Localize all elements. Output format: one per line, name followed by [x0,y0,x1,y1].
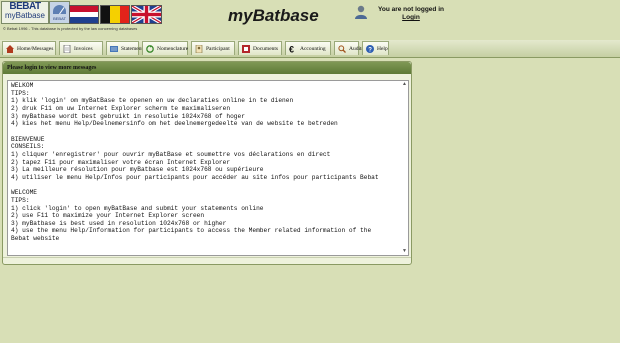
login-status: You are not logged in Login [371,6,451,22]
gauge-logo-caption: BEBAT [53,16,66,21]
copyright-notice: © Bebat 1996 - This database is protecte… [3,26,138,31]
tab-label: Home/Messages [17,46,54,52]
documents-icon [242,45,250,53]
bebat-logo[interactable]: BEBAT myBatbase [1,1,49,24]
euro-icon: € [289,45,294,53]
help-icon: ? [366,45,374,53]
header: BEBAT myBatbase BEBAT © Bebat 1996 - Thi… [0,0,620,40]
main-navigation: Home/Messages Invoices Statements Nomenc… [0,40,620,58]
tab-help[interactable]: ? Help [362,41,389,55]
belgian-flag-icon[interactable] [100,5,130,24]
bebat-logo-text: BEBAT [9,1,41,12]
statements-icon [110,46,118,52]
tab-accounting[interactable]: € Accounting [285,41,331,55]
tab-documents[interactable]: Documents [238,41,282,55]
flag-be-red [119,6,129,23]
login-status-text: You are not logged in [378,6,444,13]
scroll-up-arrow-icon[interactable]: ▲ [401,81,408,88]
tab-invoices[interactable]: Invoices [59,41,103,55]
messages-text: WELKOM TIPS: 1) klik 'login' om myBatBas… [11,82,379,243]
gauge-logo-icon: BEBAT [49,1,70,24]
tab-statements[interactable]: Statements [106,41,145,55]
audit-icon [338,45,346,53]
user-icon [355,5,367,19]
tab-label: Nomenclature [157,46,189,52]
nomenclature-icon [146,45,154,53]
dutch-flag-icon[interactable] [69,5,99,24]
messages-textarea[interactable]: WELKOM TIPS: 1) klik 'login' om myBatBas… [7,80,409,256]
messages-heading: Please login to view more messages [3,62,411,74]
svg-text:€: € [289,45,294,53]
flag-be-yellow [110,6,120,23]
tab-home-messages[interactable]: Home/Messages [2,41,56,55]
document-icon [63,45,71,53]
tab-label: Documents [253,46,279,52]
participant-icon [195,45,203,53]
tab-participant[interactable]: Participant [191,41,235,55]
svg-text:?: ? [368,48,372,54]
tab-label: Help [377,46,388,52]
scroll-down-arrow-icon[interactable]: ▼ [401,248,408,255]
tab-label: Participant [206,46,230,52]
flag-be-black [101,6,111,23]
panel-footer [3,257,411,264]
mybatbase-logo-text: myBatbase [4,11,46,20]
app-title: myBatbase [228,6,319,25]
login-link[interactable]: Login [371,14,451,22]
uk-flag-icon[interactable] [131,5,162,24]
tab-audits[interactable]: Audits [334,41,364,55]
tab-label: Invoices [74,46,93,52]
tab-label: Accounting [300,46,326,52]
flag-nl-blue [70,17,98,23]
tab-nomenclature[interactable]: Nomenclature [142,41,188,55]
home-icon [6,45,14,53]
messages-panel: Please login to view more messages WELKO… [2,61,412,265]
